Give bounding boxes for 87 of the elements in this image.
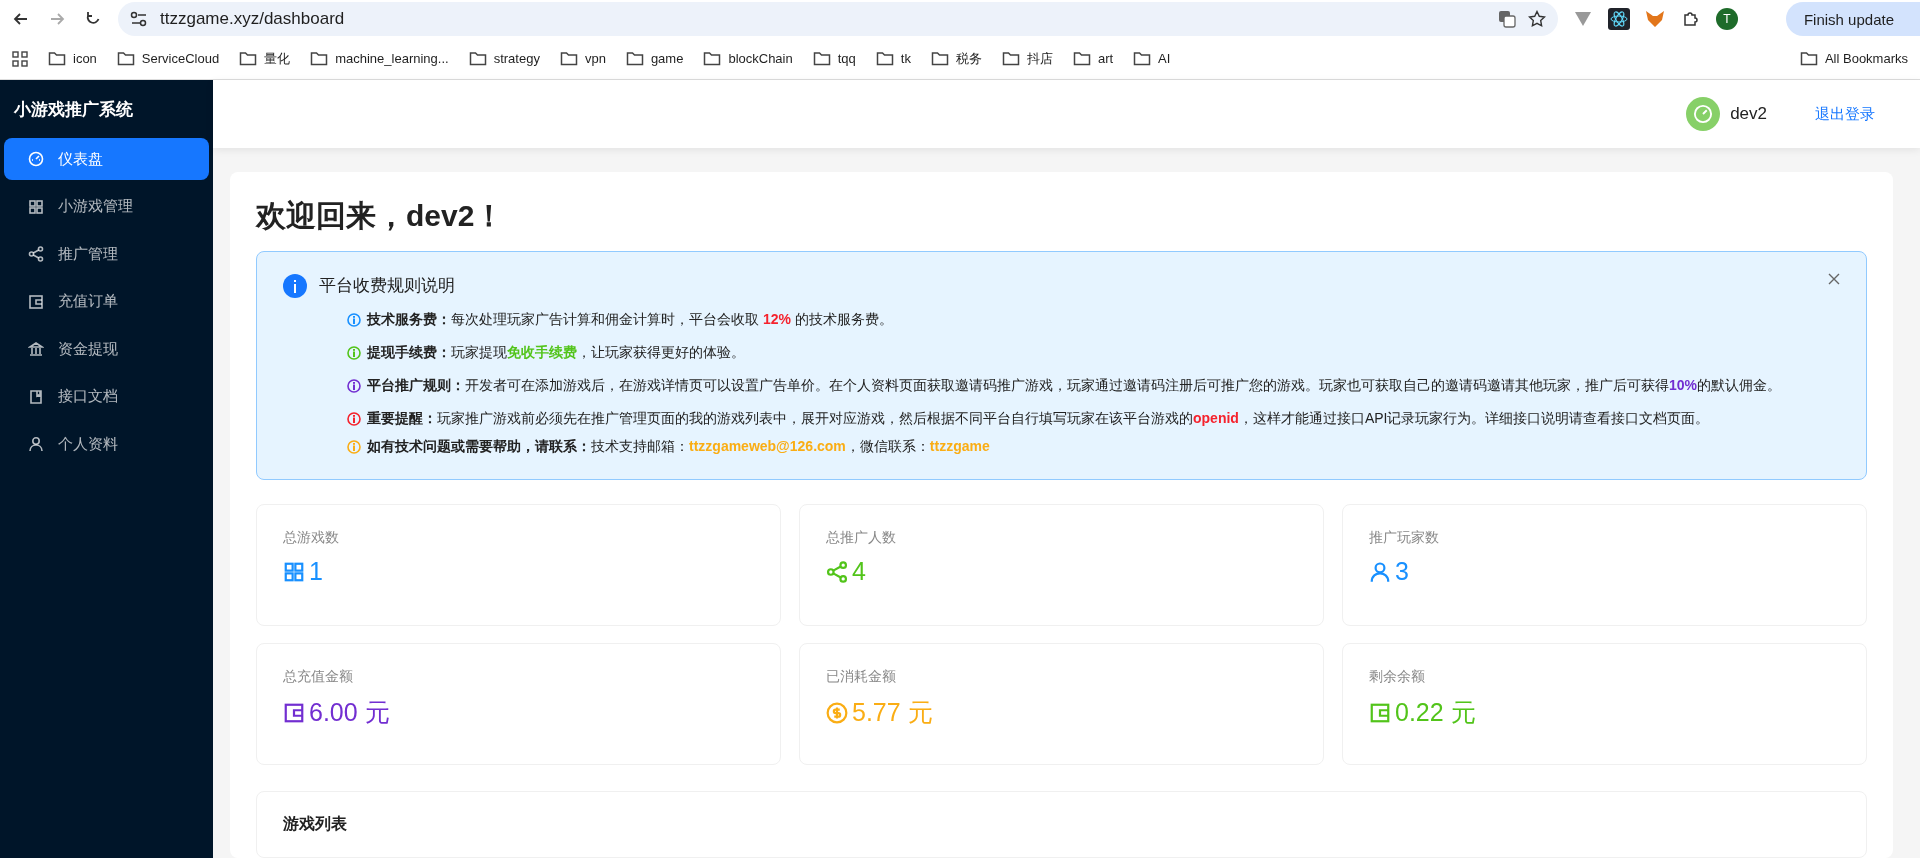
book-icon [28, 388, 44, 405]
notice-title: 平台收费规则说明 [319, 275, 455, 297]
folder-icon [1799, 51, 1818, 66]
menu-item[interactable]: 仪表盘 [4, 138, 209, 180]
rule-text: 平台推广规则：开发者可在添加游戏后，在游戏详情页可以设置广告单价。在个人资料页面获取邀请码推广游戏，玩家通过邀请码注册后可推广您的游戏。玩家也可获取自己的邀请码邀请其他玩家，推广后可获得10%的默认佣金。 [367, 376, 1782, 395]
bookmark[interactable]: vpn [559, 51, 606, 66]
menu-item[interactable]: 小游戏管理 [4, 185, 209, 228]
user-icon [28, 436, 44, 452]
folder-icon [310, 51, 329, 66]
triangle-icon[interactable] [1574, 11, 1592, 27]
gauge-icon [28, 151, 44, 167]
share-icon [826, 560, 848, 583]
wallet-icon [283, 701, 305, 724]
bookmark[interactable]: machine_learning... [310, 51, 449, 66]
stat-label: 剩余余额 [1369, 668, 1426, 686]
folder-icon [559, 51, 578, 66]
stat-value: 4 [852, 557, 866, 586]
bookmark[interactable]: art [1072, 51, 1114, 66]
wallet-icon [1369, 701, 1391, 724]
bookmark[interactable]: icon [48, 51, 97, 66]
folder-icon [625, 51, 644, 66]
folder-icon [239, 51, 258, 66]
apps-icon[interactable] [12, 50, 28, 67]
folder-icon [930, 51, 949, 66]
share-icon [28, 246, 44, 262]
stat-label: 总充值金额 [283, 668, 354, 686]
user-icon [1369, 560, 1391, 583]
menu-item[interactable]: 充值订单 [4, 280, 209, 323]
star-icon[interactable] [1528, 10, 1546, 28]
url-text: ttzzgame.xyz/dashboard [160, 9, 346, 29]
finish-update-button[interactable]: Finish update [1785, 2, 1920, 36]
gauge-icon [1693, 104, 1714, 124]
grid-icon [28, 198, 44, 215]
menu-item[interactable]: 个人资料 [4, 423, 209, 465]
info-icon [283, 274, 307, 298]
atom-icon[interactable] [1608, 8, 1630, 30]
bookmark[interactable]: AI [1133, 51, 1171, 66]
bookmark[interactable]: game [625, 51, 684, 66]
menu-item[interactable]: 接口文档 [4, 375, 209, 418]
bookmark[interactable]: 量化 [239, 49, 291, 68]
folder-icon [1001, 51, 1020, 66]
stat-value: 0.22 元 [1395, 697, 1476, 728]
bank-icon [28, 341, 44, 357]
folder-icon [1133, 51, 1152, 66]
folder-icon [48, 51, 66, 66]
menu-item[interactable]: 资金提现 [4, 328, 209, 370]
bookmark[interactable]: tqq [812, 51, 856, 66]
bookmark[interactable]: ServiceCloud [116, 51, 220, 66]
folder-icon [812, 51, 831, 66]
welcome-title: 欢迎回来，dev2！ [256, 198, 506, 234]
wallet-icon [28, 293, 44, 310]
bookmark[interactable]: strategy [468, 51, 540, 66]
app-title: 小游戏推广系统 [13, 98, 134, 121]
puzzle-icon[interactable] [1682, 10, 1700, 28]
stat-value: 5.77 元 [852, 697, 933, 728]
stat-label: 总推广人数 [826, 529, 897, 547]
rule-text: 提现手续费：玩家提现免收手续费，让玩家获得更好的体验。 [367, 343, 745, 362]
games-card-title: 游戏列表 [283, 815, 347, 832]
rule-text: 如有技术问题或需要帮助，请联系：技术支持邮箱：ttzzgameweb@126.com，微信联系：ttzzgame [367, 438, 990, 456]
folder-icon [1072, 51, 1091, 66]
logout-link[interactable]: 退出登录 [1815, 104, 1875, 124]
profile-avatar[interactable]: T [1716, 8, 1738, 30]
username: dev2 [1730, 104, 1767, 124]
fox-icon[interactable] [1645, 10, 1665, 28]
translate-icon[interactable] [1498, 10, 1516, 28]
folder-icon [875, 51, 894, 66]
folder-icon [703, 51, 722, 66]
stat-value: 6.00 元 [309, 697, 390, 728]
bookmark[interactable]: 税务 [930, 49, 982, 68]
folder-icon [116, 51, 135, 66]
menu-item[interactable]: 推广管理 [4, 233, 209, 275]
all-bookmarks[interactable]: All Bookmarks [1799, 51, 1908, 66]
grid-icon [283, 560, 305, 583]
folder-icon [468, 51, 487, 66]
bookmark[interactable]: 抖店 [1001, 49, 1053, 68]
bookmark[interactable]: blockChain [703, 51, 793, 66]
dollar-icon [826, 701, 848, 724]
bookmark[interactable]: tk [875, 51, 911, 66]
site-settings-icon[interactable] [130, 11, 148, 27]
stat-label: 推广玩家数 [1369, 529, 1440, 547]
stat-value: 1 [309, 557, 323, 586]
stat-value: 3 [1395, 557, 1409, 586]
rule-text: 重要提醒：玩家推广游戏前必须先在推广管理页面的我的游戏列表中，展开对应游戏，然后根据不同平台自行填写玩家在该平台游戏的openid，这样才能通过接口API记录玩家行为。详细接口说明请查看接口文档页面。 [367, 409, 1710, 428]
address-bar[interactable]: ttzzgame.xyz/dashboard [118, 2, 1558, 36]
rule-text: 技术服务费：每次处理玩家广告计算和佣金计算时，平台会收取 12% 的技术服务费。 [367, 310, 893, 329]
stat-label: 总游戏数 [283, 529, 340, 547]
stat-label: 已消耗金额 [826, 668, 897, 686]
